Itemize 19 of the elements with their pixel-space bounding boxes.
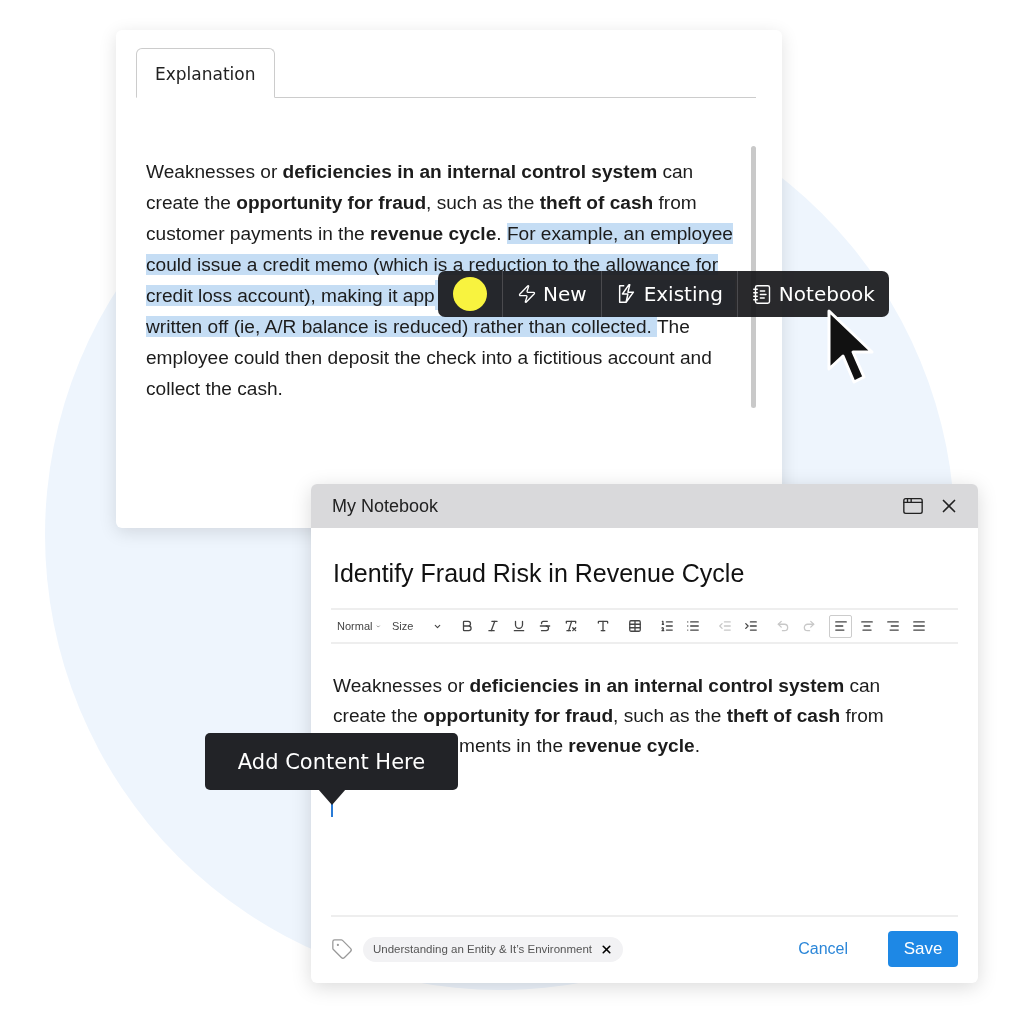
color-swatch[interactable] bbox=[453, 277, 487, 311]
existing-button[interactable]: Existing bbox=[600, 271, 737, 317]
tag-icon bbox=[331, 938, 353, 960]
tooltip-arrow bbox=[318, 789, 346, 806]
save-button[interactable]: Save bbox=[888, 931, 958, 967]
window-title: My Notebook bbox=[332, 495, 440, 517]
bolt-icon bbox=[517, 284, 537, 304]
window-icon[interactable] bbox=[902, 495, 924, 517]
tooltip: Add Content Here bbox=[205, 733, 458, 790]
notebook-icon bbox=[751, 283, 773, 305]
note-title: Identify Fraud Risk in Revenue Cycle bbox=[333, 559, 746, 588]
note-text-line: ments in the revenue cycle. bbox=[459, 734, 700, 758]
align-left-icon[interactable] bbox=[829, 614, 852, 638]
cancel-button[interactable]: Cancel bbox=[784, 932, 862, 966]
format-dropdown[interactable]: Normal bbox=[333, 620, 385, 632]
explanation-tab[interactable]: Explanation bbox=[136, 48, 275, 98]
new-button[interactable]: New bbox=[502, 271, 601, 317]
tag-chip: Understanding an Entity & It’s Environment bbox=[363, 936, 624, 962]
size-dropdown[interactable]: Size bbox=[388, 620, 446, 632]
